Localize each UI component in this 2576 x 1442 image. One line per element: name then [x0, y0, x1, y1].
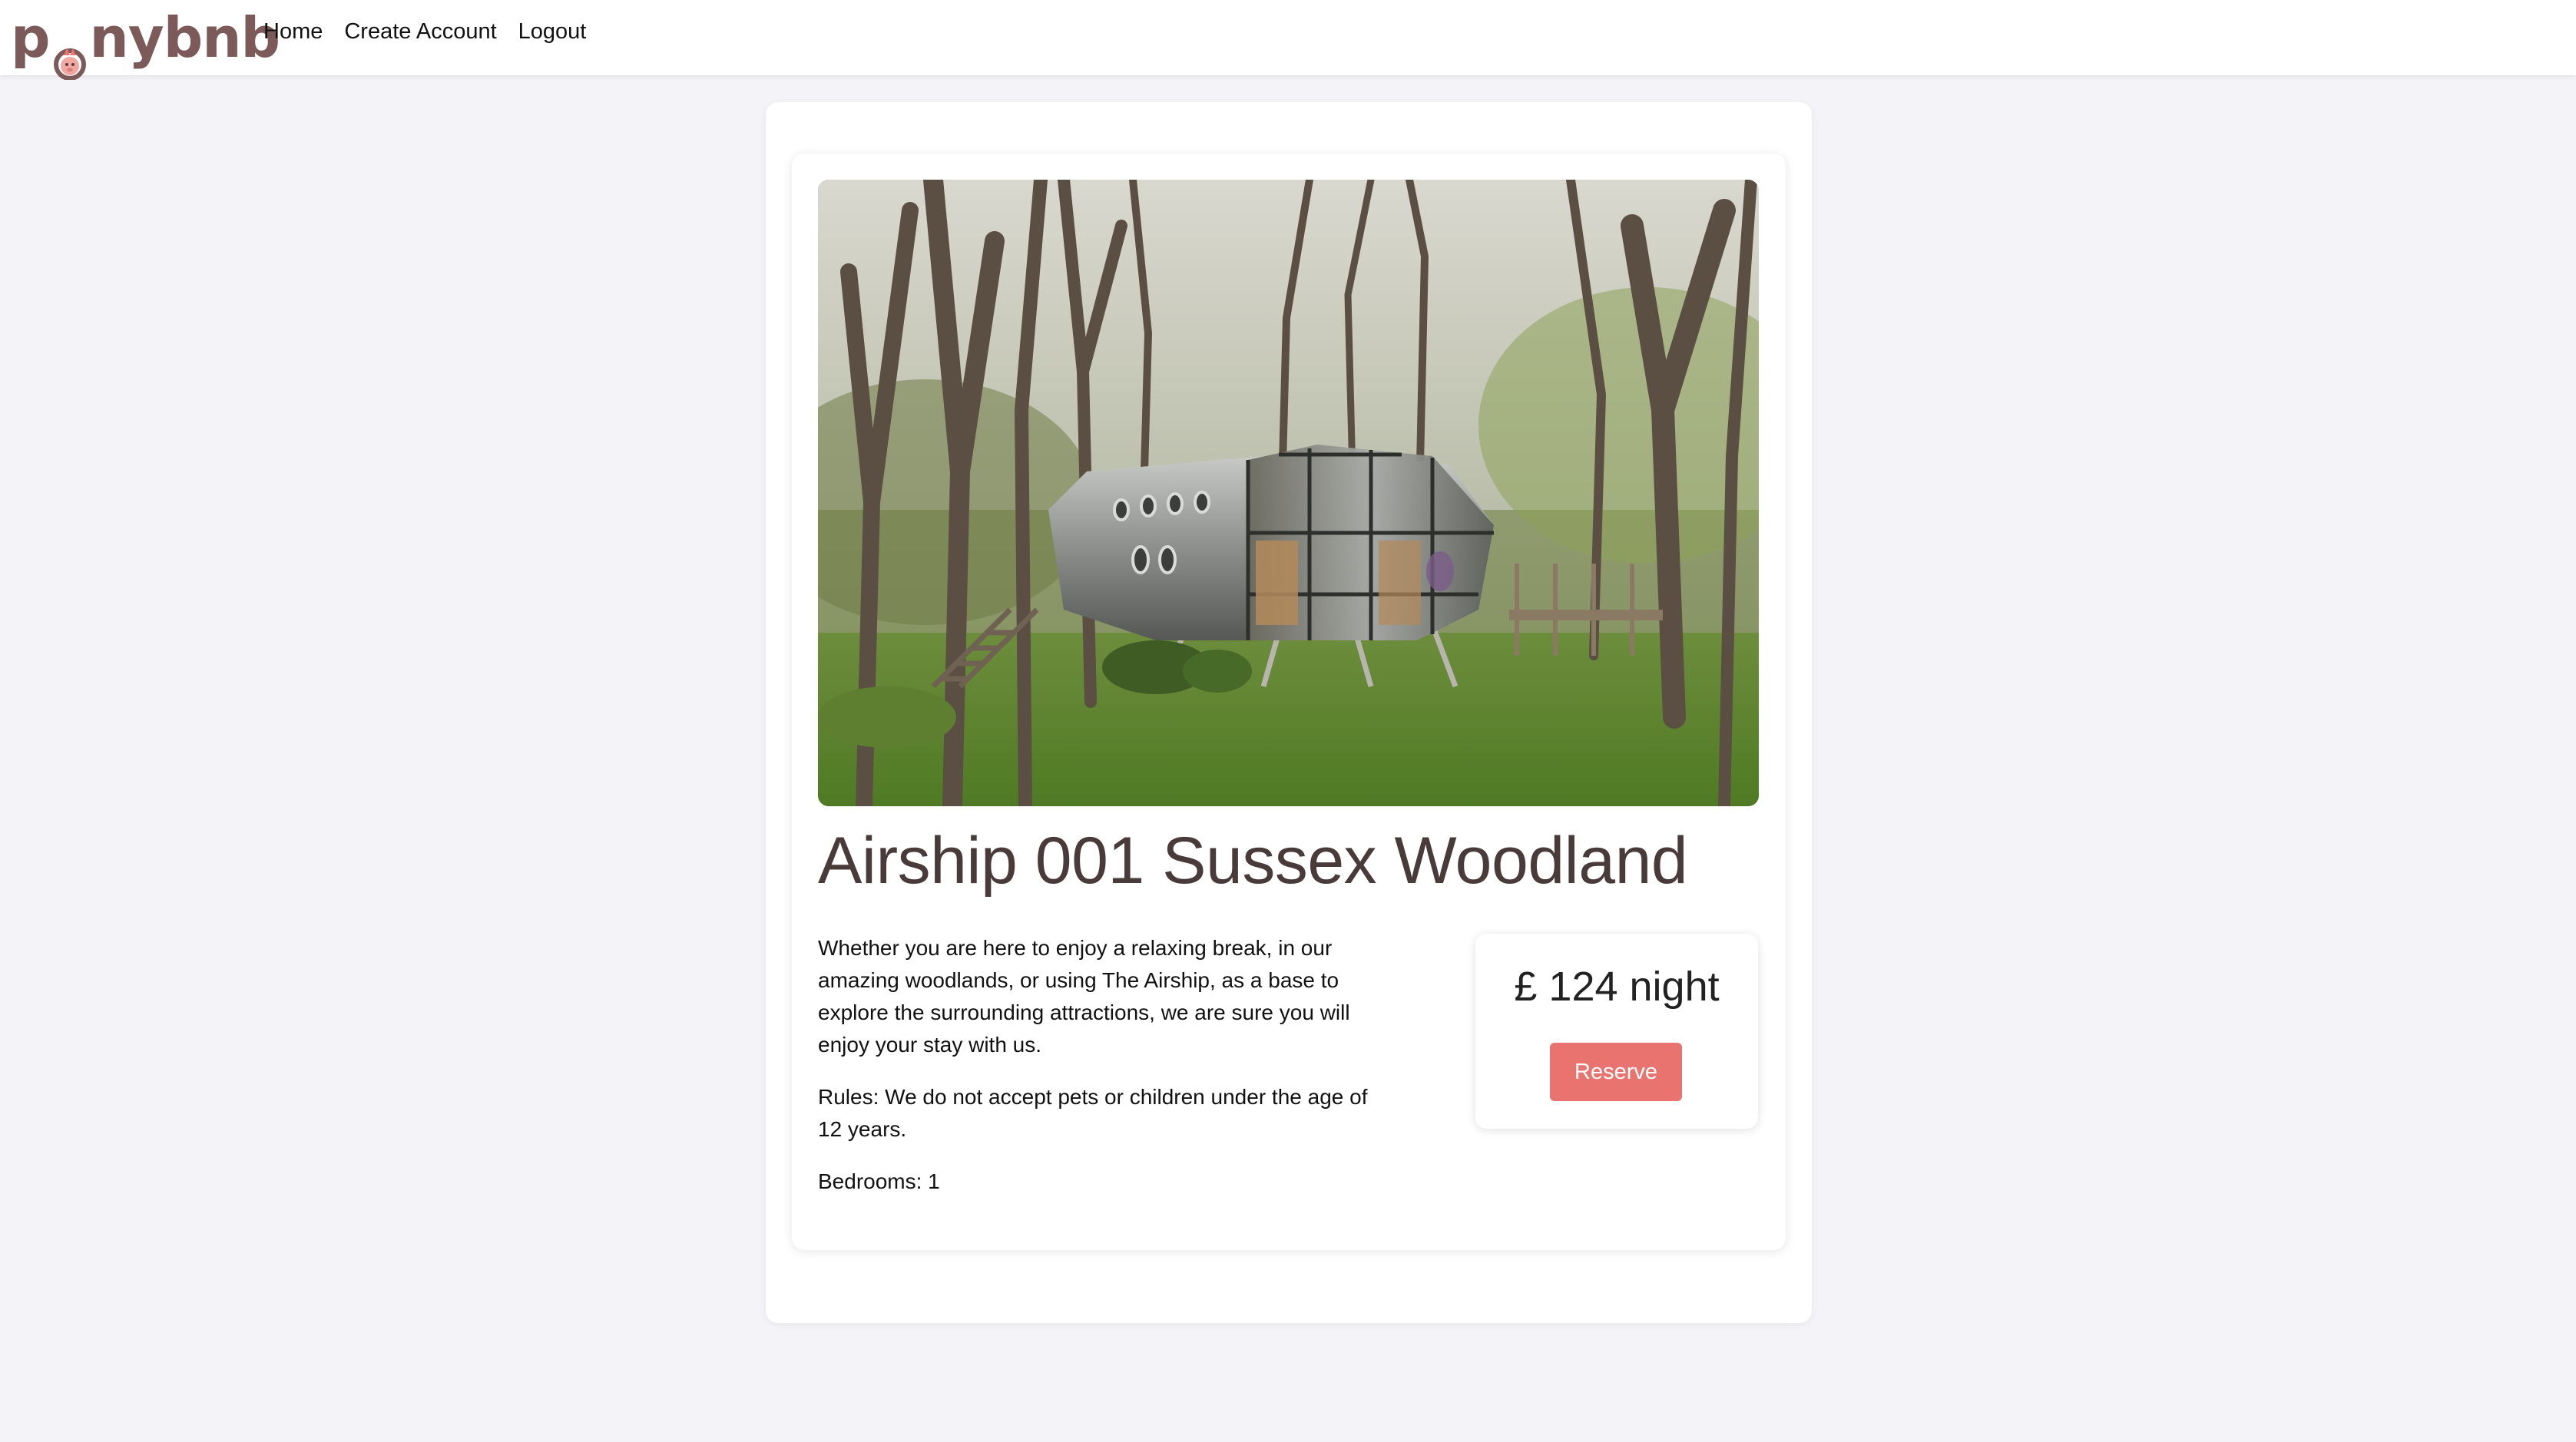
listing-container: Airship 001 Sussex Woodland Whether you …: [766, 102, 1812, 1323]
nav-logout-link[interactable]: Logout: [518, 19, 587, 45]
booking-box: £ 124 night Reserve: [1475, 934, 1758, 1129]
listing-card: Airship 001 Sussex Woodland Whether you …: [792, 154, 1786, 1250]
nav-home-link[interactable]: Home: [263, 19, 323, 45]
listing-bedrooms: Bedrooms: 1: [818, 1169, 940, 1193]
listing-description: Whether you are here to enjoy a relaxing…: [818, 936, 1350, 1057]
airship-cabin-photo-image: [818, 180, 1759, 806]
main-nav: Home Create Account Logout: [263, 0, 586, 63]
logo-text-prefix: p: [11, 5, 51, 70]
ponybnb-logo[interactable]: p nybnb: [11, 0, 281, 81]
nav-create-account-link[interactable]: Create Account: [344, 19, 496, 45]
pony-face-icon: [53, 28, 87, 81]
reserve-button[interactable]: Reserve: [1550, 1043, 1682, 1101]
listing-rules: Rules: We do not accept pets or children…: [818, 1085, 1368, 1141]
price-per-night: £ 124 night: [1514, 964, 1720, 1010]
listing-title: Airship 001 Sussex Woodland: [818, 824, 1688, 898]
logo-text-rest: nybnb: [89, 5, 281, 70]
listing-details: Whether you are here to enjoy a relaxing…: [818, 932, 1386, 1218]
listing-photo: [818, 180, 1759, 806]
top-navbar: p nybnb Home Create Account Logout: [0, 0, 2576, 81]
